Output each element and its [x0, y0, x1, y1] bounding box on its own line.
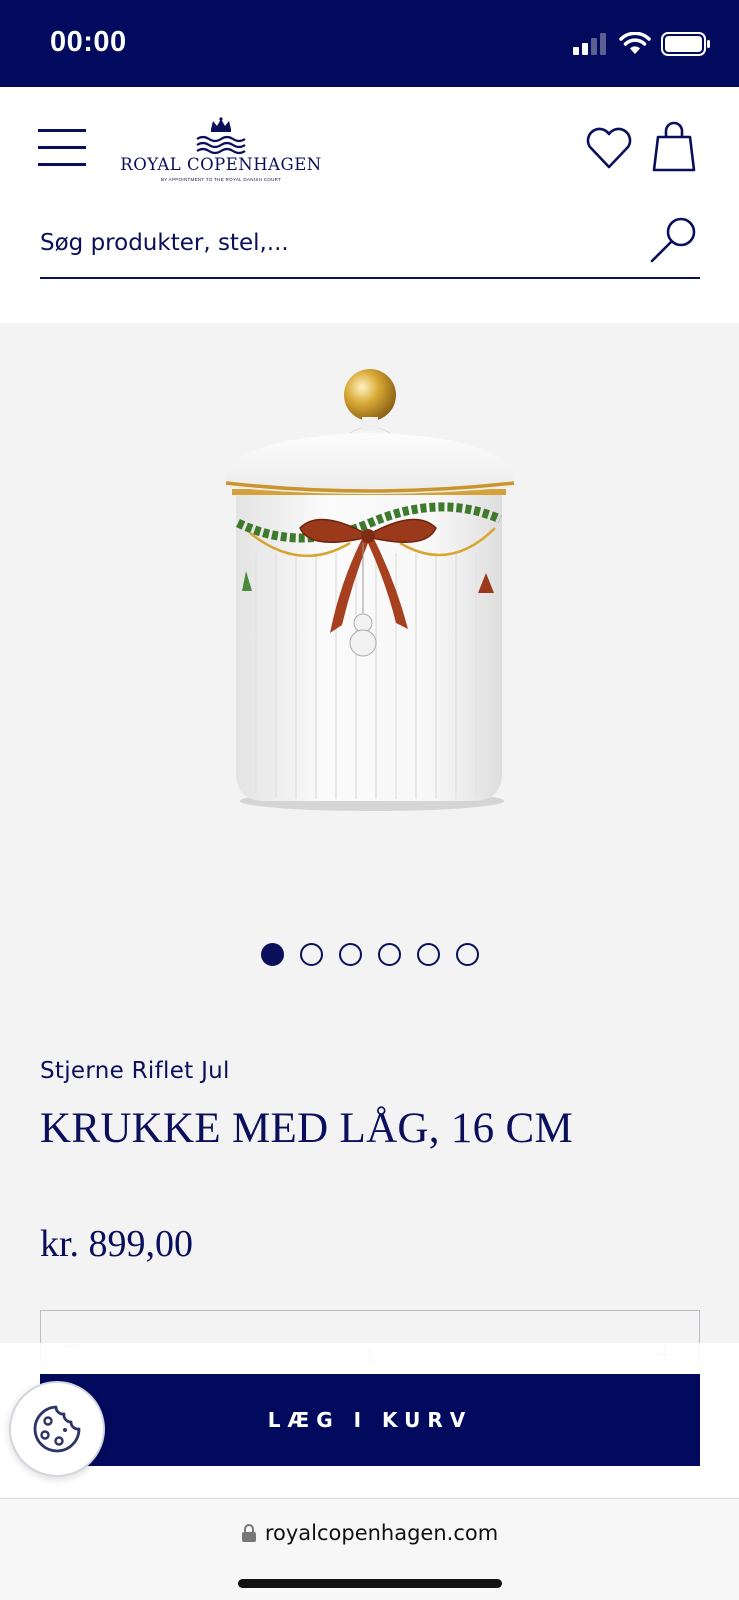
crown-waves-icon: [196, 117, 246, 155]
product-collection[interactable]: Stjerne Riflet Jul: [40, 1058, 230, 1084]
home-indicator[interactable]: [238, 1579, 502, 1588]
cookie-icon: [33, 1405, 81, 1453]
cart-button[interactable]: [650, 121, 698, 173]
royal-copenhagen-logo[interactable]: ROYAL COPENHAGEN BY APPOINTMENT TO THE R…: [115, 117, 327, 185]
search-bar: [40, 213, 700, 279]
gallery-dot[interactable]: [338, 943, 362, 966]
search-input[interactable]: [40, 223, 620, 263]
wifi-icon: [619, 32, 651, 54]
search-button[interactable]: [648, 215, 700, 267]
lock-icon: [241, 1524, 256, 1542]
gallery-dot[interactable]: [455, 943, 479, 966]
status-icons: [573, 30, 711, 58]
status-time: 00:00: [50, 26, 127, 58]
product-title: KRUKKE MED LÅG, 16 CM: [40, 1105, 574, 1152]
signal-icon: [573, 33, 606, 55]
product-price: kr. 899,00: [40, 1223, 194, 1265]
wishlist-button[interactable]: [584, 125, 634, 171]
url-text: royalcopenhagen.com: [264, 1521, 499, 1545]
product-image[interactable]: [0, 323, 739, 863]
logo-wordmark: ROYAL COPENHAGEN: [120, 155, 322, 174]
add-to-cart-button[interactable]: LÆG I KURV: [40, 1374, 700, 1466]
menu-line-icon: [38, 163, 86, 166]
battery-icon: [661, 32, 710, 56]
search-icon: [650, 217, 696, 263]
jar-with-lid-image: [225, 369, 515, 811]
gallery-dot[interactable]: [416, 943, 440, 966]
gallery-dot[interactable]: [377, 943, 401, 966]
cookie-settings-button[interactable]: [9, 1381, 105, 1477]
gallery-pagination: [0, 943, 739, 971]
menu-button[interactable]: [38, 129, 88, 169]
menu-line-icon: [38, 146, 86, 149]
shopping-bag-icon: [652, 121, 696, 172]
menu-line-icon: [38, 129, 86, 132]
browser-address-bar: royalcopenhagen.com: [0, 1498, 739, 1600]
gallery-dot[interactable]: [299, 943, 323, 966]
status-bar: 00:00: [0, 0, 739, 87]
address-bar-url[interactable]: royalcopenhagen.com: [0, 1521, 739, 1545]
heart-icon: [586, 127, 632, 169]
gallery-dot[interactable]: [260, 943, 284, 966]
site-header: ROYAL COPENHAGEN BY APPOINTMENT TO THE R…: [0, 87, 739, 323]
logo-tagline: BY APPOINTMENT TO THE ROYAL DANISH COURT: [160, 177, 282, 182]
